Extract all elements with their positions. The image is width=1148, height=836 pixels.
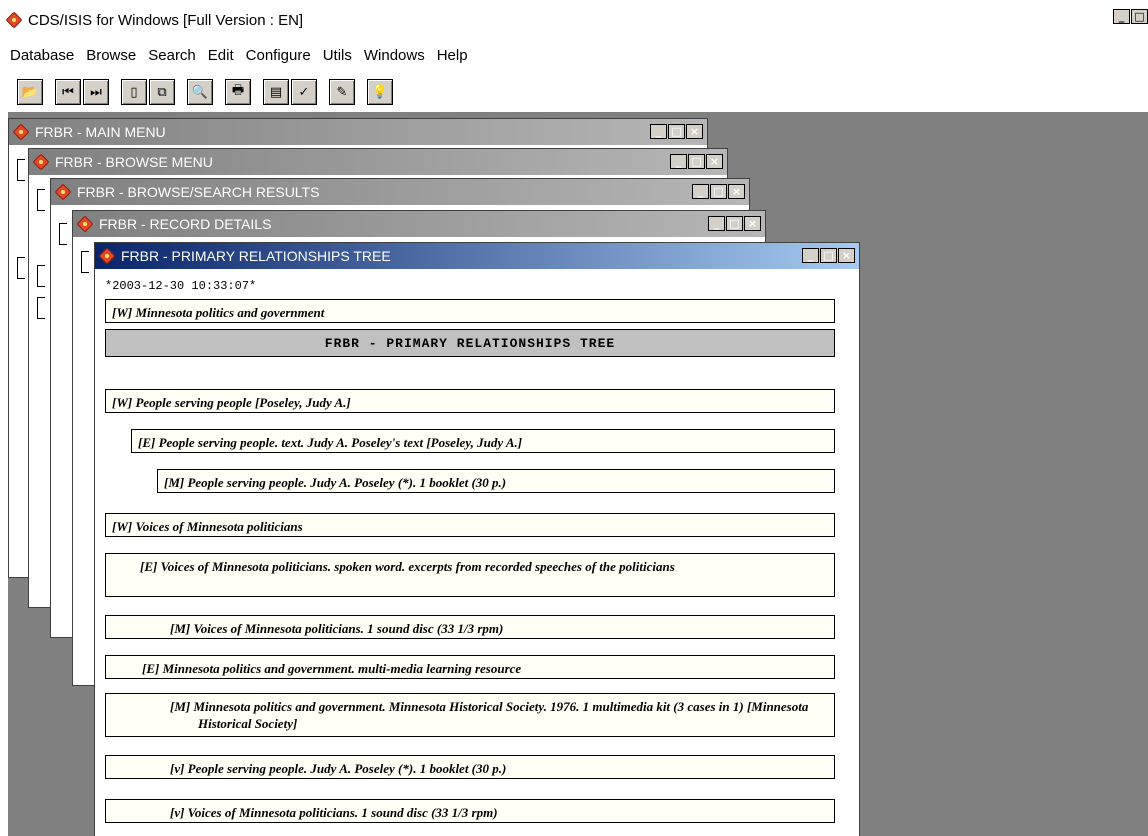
- detail-stub[interactable]: [81, 251, 89, 273]
- menu-stub[interactable]: [17, 257, 25, 279]
- menu-edit[interactable]: Edit: [208, 47, 234, 64]
- menu-stub[interactable]: [37, 265, 45, 287]
- clipboard-icon: ▯: [130, 84, 138, 100]
- timestamp: *2003-12-30 10:33:07*: [105, 279, 257, 293]
- window-app-icon: [77, 216, 95, 232]
- copy-record-button[interactable]: ⧉: [149, 79, 175, 105]
- tree-record-manifestation[interactable]: [M] Minnesota politics and government. M…: [105, 693, 835, 737]
- window-app-icon: [99, 248, 117, 264]
- record-details-minimize-button[interactable]: _: [708, 216, 725, 231]
- edit-button[interactable]: ✎: [329, 79, 355, 105]
- tree-maximize-button[interactable]: □: [820, 248, 837, 263]
- open-database-button[interactable]: 📂: [17, 79, 43, 105]
- main-menu-title: FRBR - MAIN MENU: [35, 124, 166, 140]
- preview-button[interactable]: 🔍: [187, 79, 213, 105]
- menu-utils[interactable]: Utils: [323, 47, 352, 64]
- tree-controls: _ □ ×: [801, 248, 855, 263]
- results-controls: _ □ ×: [691, 184, 745, 199]
- tree-record-work[interactable]: [W] People serving people [Poseley, Judy…: [105, 389, 835, 413]
- browse-menu-close-button[interactable]: ×: [706, 154, 723, 169]
- app-maximize-button[interactable]: □: [1131, 9, 1148, 24]
- last-record-icon: ⏭: [90, 84, 102, 100]
- tree-title: FRBR - PRIMARY RELATIONSHIPS TREE: [121, 248, 391, 264]
- menu-browse[interactable]: Browse: [86, 47, 136, 64]
- clipboard-button[interactable]: ▯: [121, 79, 147, 105]
- print-icon: 🖶: [231, 83, 245, 98]
- menu-search[interactable]: Search: [148, 47, 196, 64]
- menu-windows[interactable]: Windows: [364, 47, 425, 64]
- tree-record-variant[interactable]: [v] Voices of Minnesota politicians. 1 s…: [105, 799, 835, 823]
- menu-help[interactable]: Help: [437, 47, 468, 64]
- main-menu-maximize-button[interactable]: □: [668, 124, 685, 139]
- app-minimize-button[interactable]: _: [1113, 9, 1130, 24]
- browse-menu-controls: _ □ ×: [669, 154, 723, 169]
- app-titlebar: CDS/ISIS for Windows [Full Version : EN]…: [0, 0, 1148, 40]
- window-app-icon: [13, 124, 31, 140]
- cds-isis-app-icon: [6, 12, 24, 28]
- tree-record-manifestation[interactable]: [M] People serving people. Judy A. Posel…: [157, 469, 835, 493]
- tree-minimize-button[interactable]: _: [802, 248, 819, 263]
- tree-close-button[interactable]: ×: [838, 248, 855, 263]
- tree-record-expression[interactable]: [E] People serving people. text. Judy A.…: [131, 429, 835, 453]
- menu-stub[interactable]: [37, 189, 45, 211]
- window-app-icon: [55, 184, 73, 200]
- browse-menu-titlebar[interactable]: FRBR - BROWSE MENU _ □ ×: [29, 149, 727, 175]
- toolbar: 📂 ⏮ ⏭ ▯ ⧉ 🔍 🖶 ▤ ✓ ✎ 💡: [0, 72, 1148, 112]
- tree-record-work[interactable]: [W] Voices of Minnesota politicians: [105, 513, 835, 537]
- check-button[interactable]: ✓: [291, 79, 317, 105]
- tree-record-variant[interactable]: [v] People serving people. Judy A. Posel…: [105, 755, 835, 779]
- record-details-titlebar[interactable]: FRBR - RECORD DETAILS _ □ ×: [73, 211, 765, 237]
- record-details-controls: _ □ ×: [707, 216, 761, 231]
- first-record-icon: ⏮: [62, 84, 74, 100]
- lightbulb-icon: 💡: [371, 84, 389, 100]
- first-record-button[interactable]: ⏮: [55, 79, 81, 105]
- copy-record-icon: ⧉: [157, 84, 167, 100]
- results-maximize-button[interactable]: □: [710, 184, 727, 199]
- main-menu-controls: _ □ ×: [649, 124, 703, 139]
- open-icon: 📂: [21, 84, 39, 100]
- record-details-close-button[interactable]: ×: [744, 216, 761, 231]
- menu-bar: Database Browse Search Edit Configure Ut…: [0, 40, 1148, 70]
- main-menu-close-button[interactable]: ×: [686, 124, 703, 139]
- form-button[interactable]: ▤: [263, 79, 289, 105]
- menu-database[interactable]: Database: [10, 47, 74, 64]
- hint-button[interactable]: 💡: [367, 79, 393, 105]
- menu-configure[interactable]: Configure: [246, 47, 311, 64]
- tree-content: *2003-12-30 10:33:07* [W] Minnesota poli…: [95, 269, 859, 836]
- results-titlebar[interactable]: FRBR - BROWSE/SEARCH RESULTS _ □ ×: [51, 179, 749, 205]
- results-title: FRBR - BROWSE/SEARCH RESULTS: [77, 184, 320, 200]
- edit-pen-icon: ✎: [336, 84, 348, 100]
- tree-record-expression[interactable]: [E] Voices of Minnesota politicians. spo…: [105, 553, 835, 597]
- browse-menu-maximize-button[interactable]: □: [688, 154, 705, 169]
- tree-banner: FRBR - PRIMARY RELATIONSHIPS TREE: [105, 329, 835, 357]
- record-details-maximize-button[interactable]: □: [726, 216, 743, 231]
- menu-stub[interactable]: [17, 159, 25, 181]
- tree-record-manifestation[interactable]: [M] Voices of Minnesota politicians. 1 s…: [105, 615, 835, 639]
- mdi-client-area: FRBR - MAIN MENU _ □ × FRBR - BROWSE MEN…: [0, 112, 1148, 836]
- app-window-controls: _ □: [1112, 9, 1148, 24]
- app-title: CDS/ISIS for Windows [Full Version : EN]: [28, 11, 304, 29]
- preview-icon: 🔍: [191, 84, 209, 100]
- last-record-button[interactable]: ⏭: [83, 79, 109, 105]
- window-app-icon: [33, 154, 51, 170]
- record-details-title: FRBR - RECORD DETAILS: [99, 216, 272, 232]
- browse-menu-minimize-button[interactable]: _: [670, 154, 687, 169]
- result-stub[interactable]: [59, 223, 67, 245]
- main-menu-titlebar[interactable]: FRBR - MAIN MENU _ □ ×: [9, 119, 707, 145]
- tree-record-expression[interactable]: [E] Minnesota politics and government. m…: [105, 655, 835, 679]
- main-menu-minimize-button[interactable]: _: [650, 124, 667, 139]
- header-record[interactable]: [W] Minnesota politics and government: [105, 299, 835, 323]
- print-button[interactable]: 🖶: [225, 79, 251, 105]
- results-close-button[interactable]: ×: [728, 184, 745, 199]
- window-relationships-tree[interactable]: FRBR - PRIMARY RELATIONSHIPS TREE _ □ × …: [94, 242, 860, 836]
- check-icon: ✓: [298, 84, 310, 100]
- menu-stub[interactable]: [37, 297, 45, 319]
- form-icon: ▤: [269, 84, 283, 100]
- results-minimize-button[interactable]: _: [692, 184, 709, 199]
- browse-menu-title: FRBR - BROWSE MENU: [55, 154, 213, 170]
- tree-titlebar[interactable]: FRBR - PRIMARY RELATIONSHIPS TREE _ □ ×: [95, 243, 859, 269]
